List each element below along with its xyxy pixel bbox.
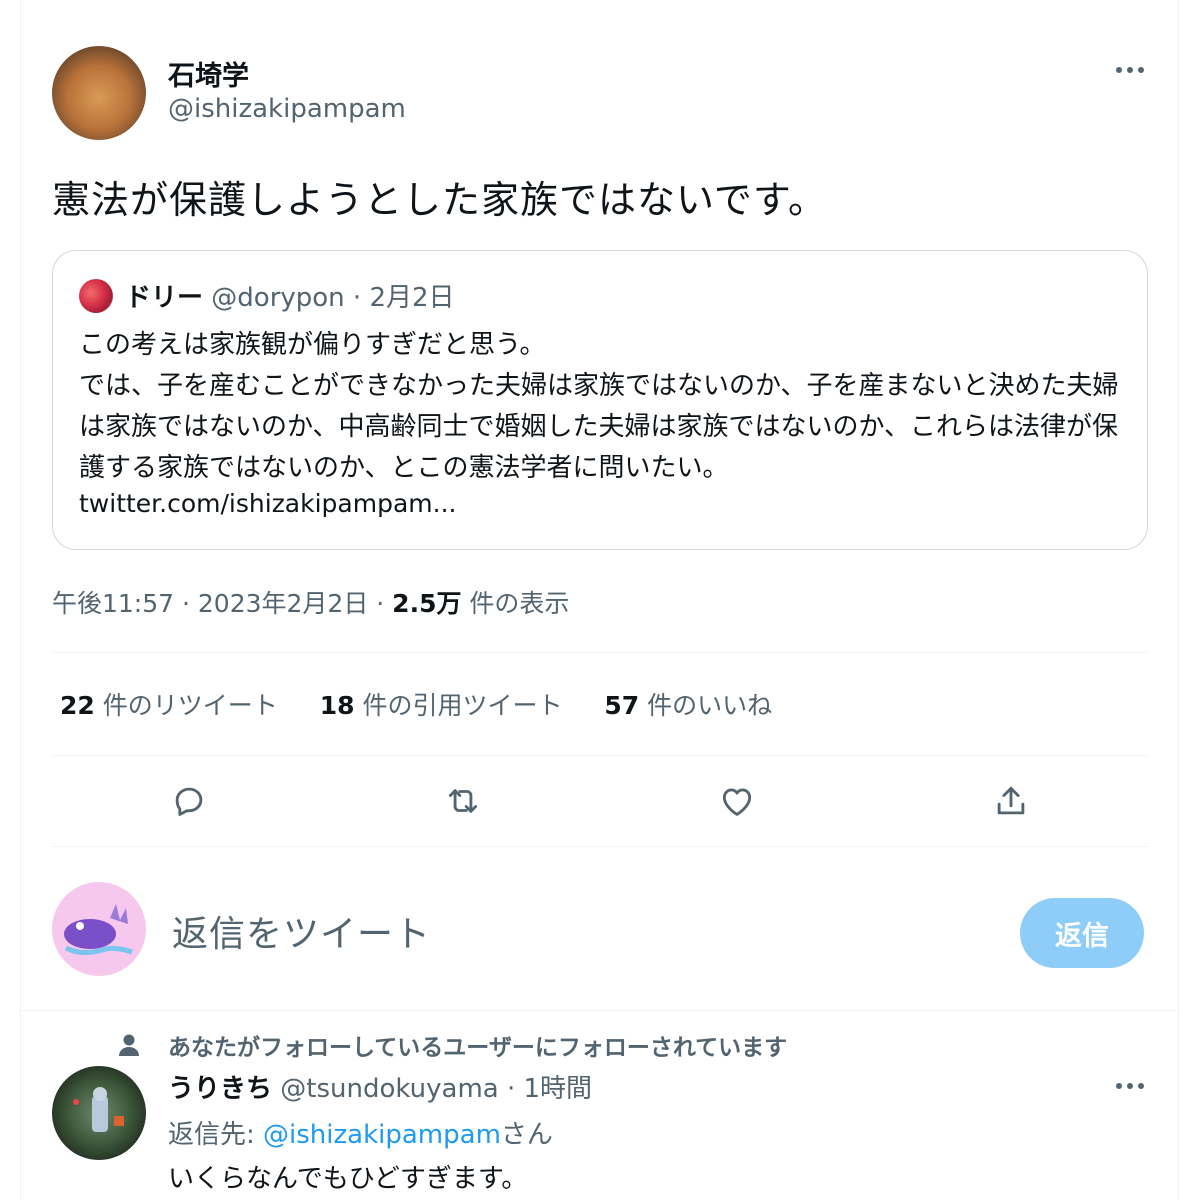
more-icon [1116, 67, 1144, 73]
tweet-timestamp[interactable]: 午後11:57 · 2023年2月2日 · [52, 589, 392, 618]
author-name[interactable]: 石埼学 [168, 54, 249, 93]
retweets-count: 22 [60, 691, 95, 720]
timeline-border-right [1178, 0, 1179, 1200]
retweet-icon [448, 789, 478, 813]
reply-author-meta: @tsundokuyama · 1時間 [272, 1074, 593, 1104]
retweets-stat[interactable]: 22 件のリツイート [60, 686, 278, 722]
replying-to: 返信先: @ishizakipampamさん [168, 1114, 553, 1151]
divider [52, 755, 1148, 756]
social-context: あなたがフォローしているユーザーにフォローされています [118, 1028, 787, 1062]
reply-more-options-button[interactable] [1110, 1066, 1150, 1106]
reply-input[interactable] [172, 906, 992, 962]
quote-tweets-count: 18 [319, 691, 355, 720]
author-avatar[interactable] [52, 46, 146, 140]
social-context-text: あなたがフォローしているユーザーにフォローされています [168, 1035, 788, 1061]
quote-tweets-label: 件の引用ツイート [354, 691, 563, 720]
quoted-tweet-text: この考えは家族観が偏りすぎだと思う。 では、子を産むことができなかった夫婦は家族… [79, 330, 1119, 483]
views-count: 2.5万 [392, 589, 462, 618]
reply-to-suffix: さん [500, 1120, 553, 1150]
reply-author-name[interactable]: うりきち [168, 1074, 272, 1104]
author-handle[interactable]: @ishizakipampam [168, 94, 406, 124]
more-options-button[interactable] [1110, 50, 1150, 90]
tweet-text: 憲法が保護しようとした家族ではないです。 [52, 178, 828, 222]
quoted-author-avatar [79, 279, 113, 313]
reply-header: うりきち @tsundokuyama · 1時間 [168, 1068, 592, 1105]
avatar-illustration [73, 1087, 124, 1132]
share-icon [997, 786, 1025, 815]
reply-text: いくらなんでもひどすぎます。 [168, 1164, 528, 1194]
reply-submit-button[interactable]: 返信 [1020, 898, 1144, 968]
quote-tweets-stat[interactable]: 18 件の引用ツイート [320, 686, 563, 722]
current-user-avatar[interactable] [52, 882, 146, 976]
reply-icon [175, 787, 203, 816]
likes-stat[interactable]: 57 件のいいね [604, 686, 772, 722]
divider [20, 1010, 1178, 1011]
likes-count: 57 [604, 691, 640, 720]
divider [52, 652, 1148, 653]
engagement-stats: 22 件のリツイート 18 件の引用ツイート 57 件のいいね [60, 686, 806, 722]
views-label: 件の表示 [461, 589, 570, 618]
retweet-button[interactable] [440, 778, 486, 824]
divider [52, 846, 1148, 847]
quoted-author-meta: @dorypon · 2月2日 [203, 283, 455, 313]
more-icon [1116, 1083, 1144, 1089]
likes-label: 件のいいね [639, 691, 773, 720]
share-button[interactable] [988, 778, 1034, 824]
like-button[interactable] [714, 778, 760, 824]
like-icon [722, 788, 752, 816]
timeline-border-left [20, 0, 21, 1200]
reply-button[interactable] [166, 778, 212, 824]
person-icon [118, 1033, 148, 1057]
tweet-timestamp-row: 午後11:57 · 2023年2月2日 · 2.5万 件の表示 [52, 584, 569, 620]
quoted-tweet-link[interactable]: twitter.com/ishizakipampam... [79, 489, 456, 518]
reply-author-avatar[interactable] [52, 1066, 146, 1160]
retweets-label: 件のリツイート [94, 691, 278, 720]
quoted-author-name: ドリー [125, 283, 204, 313]
quoted-tweet-card[interactable]: ドリー @dorypon · 2月2日 この考えは家族観が偏りすぎだと思う。 で… [52, 250, 1148, 550]
reply-to-mention[interactable]: @ishizakipampam [263, 1120, 501, 1150]
quoted-tweet-header: ドリー @dorypon · 2月2日 [125, 277, 455, 314]
reply-to-prefix: 返信先: [168, 1120, 264, 1150]
avatar-illustration [64, 904, 133, 956]
